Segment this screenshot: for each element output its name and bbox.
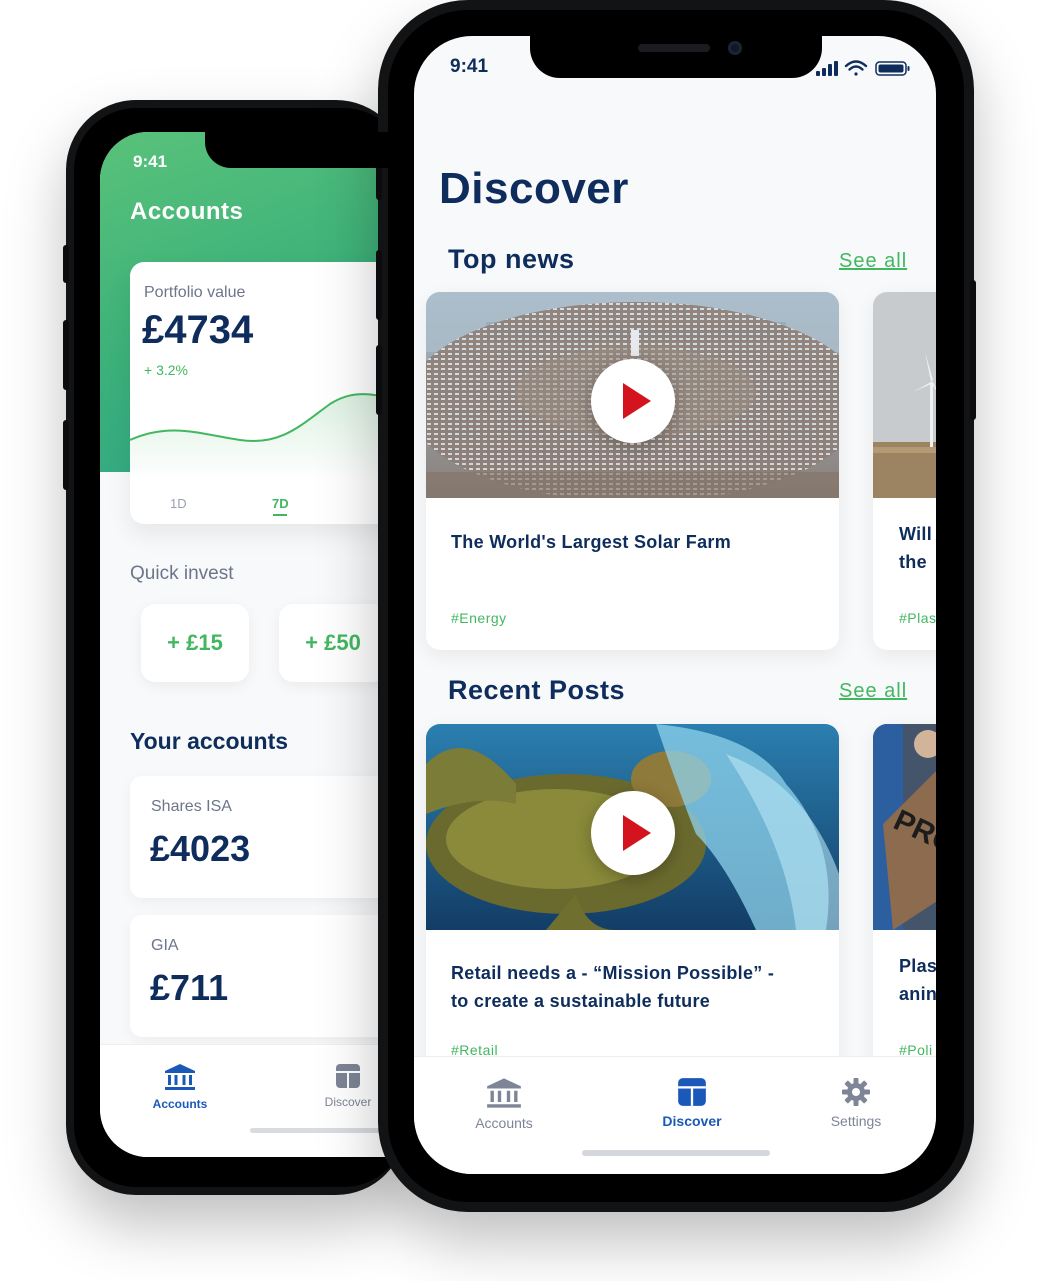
tab-discover[interactable]: Discover: [632, 1077, 752, 1129]
protest-image: PRO: [873, 724, 936, 930]
recent-posts-label: Recent Posts: [448, 675, 626, 705]
range-1d-tab[interactable]: 1D: [170, 496, 187, 511]
range-7d-tab[interactable]: 7D: [272, 496, 289, 511]
tab-accounts[interactable]: Accounts: [444, 1077, 564, 1131]
front-phone-notch: [530, 36, 822, 78]
quick-invest-50-button[interactable]: + £50: [279, 604, 387, 682]
quick-invest-label: Quick invest: [130, 563, 234, 584]
range-selected-indicator: [273, 514, 287, 516]
tab-discover-label: Discover: [662, 1113, 722, 1129]
gear-icon: [842, 1078, 870, 1106]
accounts-screen: 9:41 Accounts Portfolio value £4734 + 3.…: [100, 132, 400, 1157]
account-value: £711: [150, 967, 229, 1008]
speaker-grille: [638, 44, 710, 52]
top-news-see-all-link[interactable]: See all: [839, 250, 907, 273]
tab-accounts[interactable]: Accounts: [130, 1063, 230, 1111]
portfolio-value: £4734: [142, 308, 254, 352]
news-card-solar-farm[interactable]: The World's Largest Solar Farm #Energy: [426, 292, 839, 650]
page-title: Discover: [439, 164, 629, 213]
news-tag[interactable]: #Energy: [451, 610, 507, 626]
portfolio-change: + 3.2%: [144, 362, 188, 378]
tab-accounts-label: Accounts: [152, 1097, 208, 1111]
account-card-gia[interactable]: GIA £711: [130, 915, 400, 1037]
your-accounts-label: Your accounts: [130, 728, 289, 754]
discover-icon: [336, 1064, 360, 1088]
status-time: 9:41: [133, 152, 168, 171]
front-camera: [728, 41, 742, 55]
home-indicator: [250, 1128, 390, 1133]
account-name: GIA: [151, 937, 179, 954]
front-phone-power-button: [970, 280, 976, 420]
account-value: £4023: [150, 828, 251, 869]
status-time: 9:41: [450, 56, 489, 77]
bottom-tab-bar: Accounts Discover: [414, 1056, 936, 1174]
post-title-line1: Plas: [899, 956, 936, 976]
post-title-line1: Retail needs a - “Mission Possible” -: [451, 963, 775, 983]
news-tag[interactable]: #Plas: [899, 610, 936, 626]
tab-settings-label: Settings: [830, 1113, 882, 1129]
portfolio-card[interactable]: Portfolio value £4734 + 3.2% 1D 7D: [130, 262, 400, 524]
wind-turbine-image: [873, 292, 936, 498]
account-name: Shares ISA: [151, 798, 232, 815]
battery-icon: [875, 61, 910, 76]
tab-settings[interactable]: Settings: [796, 1077, 916, 1129]
play-button[interactable]: [591, 359, 675, 443]
wifi-icon: [844, 60, 868, 76]
bottom-tab-bar: Accounts Discover: [100, 1044, 400, 1157]
discover-screen: 9:41 Discover Top news See all The World…: [414, 36, 936, 1174]
back-phone-mute-switch: [63, 245, 69, 283]
back-phone-notch: [205, 132, 400, 168]
post-card-protest[interactable]: PRO Plas anin #Poli: [873, 724, 936, 1082]
bank-icon: [487, 1078, 521, 1108]
home-indicator: [582, 1150, 770, 1156]
news-title-line1: Will: [899, 524, 933, 544]
status-icons: [816, 60, 910, 76]
tab-discover-label: Discover: [324, 1095, 372, 1109]
post-title-line2: anin: [899, 984, 936, 1004]
signal-icon: [816, 61, 838, 76]
post-card-retail[interactable]: Retail needs a - “Mission Possible” - to…: [426, 724, 839, 1082]
post-title-line2: to create a sustainable future: [451, 991, 711, 1011]
news-title: The World's Largest Solar Farm: [451, 532, 732, 552]
recent-posts-see-all-link[interactable]: See all: [839, 680, 907, 703]
bank-icon: [165, 1064, 195, 1090]
play-button[interactable]: [591, 791, 675, 875]
news-title-line2: the: [899, 552, 927, 572]
tab-accounts-label: Accounts: [475, 1115, 533, 1131]
news-card-wind[interactable]: Will the #Plas: [873, 292, 936, 650]
back-phone-volume-up: [63, 320, 69, 390]
discover-icon: [678, 1078, 706, 1106]
play-icon: [623, 815, 651, 851]
portfolio-label: Portfolio value: [144, 284, 246, 301]
page-title: Accounts: [130, 198, 244, 225]
top-news-label: Top news: [448, 244, 575, 274]
account-card-shares-isa[interactable]: Shares ISA £4023: [130, 776, 400, 898]
portfolio-sparkline: [130, 393, 400, 482]
play-icon: [623, 383, 651, 419]
back-phone-volume-down: [63, 420, 69, 490]
front-phone-volume-up: [376, 250, 382, 320]
quick-invest-15-button[interactable]: + £15: [141, 604, 249, 682]
front-phone-volume-down: [376, 345, 382, 415]
